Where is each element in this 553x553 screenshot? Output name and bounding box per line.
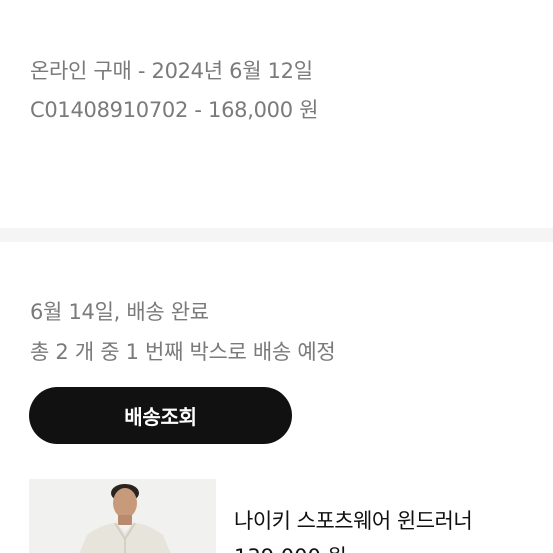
box-info: 총 2 개 중 1 번째 박스로 배송 예정 [30, 340, 336, 364]
section-divider [0, 228, 553, 242]
product-image[interactable] [29, 479, 216, 553]
shipment-card: 6월 14일, 배송 완료 총 2 개 중 1 번째 박스로 배송 예정 배송조… [0, 242, 553, 553]
order-summary: 온라인 구매 - 2024년 6월 12일 C01408910702 - 168… [0, 0, 553, 228]
order-number-price: C01408910702 - 168,000 원 [30, 98, 319, 122]
delivery-status: 6월 14일, 배송 완료 [30, 300, 209, 324]
track-shipment-button[interactable]: 배송조회 [29, 387, 292, 444]
product-price: 139,000 원 [234, 541, 347, 553]
product-photo-figure [29, 479, 216, 553]
product-name[interactable]: 나이키 스포츠웨어 윈드러너 [234, 505, 473, 535]
purchase-info: 온라인 구매 - 2024년 6월 12일 [30, 59, 313, 83]
